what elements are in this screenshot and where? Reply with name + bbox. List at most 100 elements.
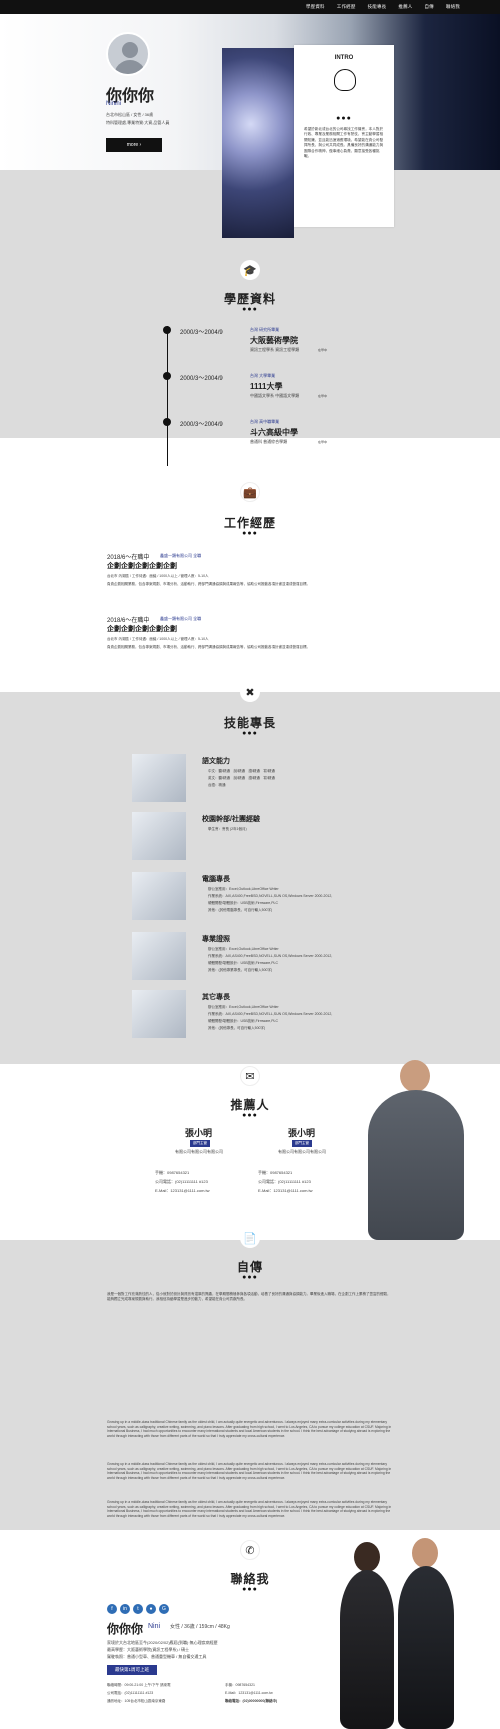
- skill-name: 語文能力: [202, 758, 230, 765]
- edu-date: 2000/3～2004/9: [180, 376, 223, 382]
- skill-photo: [132, 754, 186, 802]
- contact-info: 通訊地址：105台北市松山區南京東路: [107, 1699, 166, 1703]
- nav-item-work[interactable]: 工作經歷: [337, 4, 356, 10]
- contact-en-name: Nini: [148, 1623, 161, 1630]
- ref-mail[interactable]: E-Mail：123131@1111.com.tw: [155, 1188, 210, 1194]
- edu-note: 在學中: [318, 440, 328, 444]
- nav-item-references[interactable]: 推薦人: [398, 4, 412, 10]
- contact-info[interactable]: E-Mail：123131@1111.com.tw: [225, 1690, 273, 1696]
- available-badge: 最快第1周可上班: [107, 1665, 157, 1675]
- tools-icon: ✖: [240, 682, 260, 702]
- ref-company: 有限公司有限公司有限公司: [175, 1149, 223, 1154]
- bio-title: 自傳: [236, 1260, 263, 1274]
- more-button[interactable]: more ›: [106, 138, 162, 152]
- contact-line: 家境於大台北地區至今(2020/02/02)應屆(到職)·無心理疾病經歷: [107, 1640, 218, 1645]
- edu-school: 大阪藝術學院: [250, 336, 298, 345]
- skill-photo: [132, 812, 186, 860]
- skill-photo: [132, 872, 186, 920]
- graduation-cap-icon: 🎓: [240, 260, 260, 280]
- nav-item-skills[interactable]: 技能專長: [368, 4, 387, 10]
- edu-note: 在學中: [318, 394, 328, 398]
- contact-line: 最高學歷：大阪藝術學院(資訊工程學系) / 碩士: [107, 1647, 189, 1652]
- work-meta: 台北市 內湖區 / 工作待遇：面議 / 1000人以上 / 管理人數：5-10人: [107, 637, 209, 641]
- share-icon[interactable]: ●: [146, 1604, 156, 1614]
- edu-date: 2000/3～2004/9: [180, 422, 223, 428]
- skill-line: 作業系統：AIX,AS400,FreeBSD,NOVELL,SUN OS,Win…: [208, 894, 333, 898]
- briefcase-icon: 💼: [240, 482, 260, 502]
- ref-tag: 部門主管: [190, 1140, 210, 1147]
- edu-tag: 台灣 研究所畢業: [250, 327, 280, 332]
- ref-phone: 手機：0987654321: [258, 1170, 293, 1175]
- skill-line: 硬體開發/韌體設計：USB技術,Firmware,PLC: [208, 901, 279, 905]
- man2-photo: [398, 1566, 454, 1729]
- google-icon[interactable]: G: [159, 1604, 169, 1614]
- intro-title: INTRO: [334, 55, 354, 61]
- contact-line: 駕駛執照：普通小型車、普通重型機車 / 無自備交通工具: [107, 1654, 207, 1659]
- skill-line: 台語：精通: [208, 783, 226, 787]
- facebook-icon[interactable]: f: [107, 1604, 117, 1614]
- work-company: 鑫盛一類有限公司 全職: [160, 616, 202, 621]
- edu-school: 1111大學: [250, 382, 283, 391]
- man-photo-head: [400, 1060, 430, 1092]
- work-title: 工作經歷: [223, 516, 276, 530]
- work-desc: 負責企劃相關業務，包含專案規劃、市場分析、活動執行、跨部門溝通協調與成果報告等，…: [107, 582, 310, 586]
- man-photo: [368, 1090, 464, 1240]
- edu-tag: 台灣 大學畢業: [250, 373, 276, 378]
- contact-info: 聯絡時間：09:00-21:00 上午/下午 請來電: [107, 1683, 171, 1687]
- skills-title: 技能專長: [223, 716, 276, 730]
- edu-dept: 普通科 普通綜合學類: [250, 439, 288, 444]
- ref-phone: 手機：0987654321: [155, 1170, 190, 1175]
- skill-line: 英文：聽/精通 說/精通 讀/精通 寫/精通: [208, 776, 275, 780]
- contact-info: 聯絡電話：(02)00000000(聯絡中): [225, 1699, 278, 1703]
- skill-name: 其它專長: [202, 994, 230, 1001]
- skill-line: 硬體開發/韌體設計：USB技術,Firmware,PLC: [208, 1019, 279, 1023]
- intro-body: 希望於新北或台北的公司尋找工作機會，本人對於行政、專業及業務相關工作有熱忱，會主…: [304, 127, 384, 159]
- ref-name: 張小明: [288, 1128, 316, 1138]
- contact-name: 你你你: [107, 1622, 144, 1636]
- top-nav: 學歷資料 工作經歷 技能專長 推薦人 自傳 聯絡我: [0, 0, 500, 14]
- edu-dept: 資訊工程學系 資訊工程學類: [250, 347, 300, 352]
- bio-en: Growing up in a middle-class traditional…: [107, 1500, 392, 1518]
- profile-line1: 台北市松山區 / 女性 / 36歲: [106, 112, 154, 117]
- edu-date: 2000/3～2004/9: [180, 330, 223, 336]
- intro-card: INTRO ●●● 希望於新北或台北的公司尋找工作機會，本人對於行政、專業及業務…: [294, 45, 394, 227]
- edu-dept: 中國語文學系 中國語文學類: [250, 393, 300, 398]
- bio-en: Growing up in a middle-class traditional…: [107, 1462, 392, 1480]
- document-icon: 📄: [240, 1228, 260, 1248]
- linkedin-icon[interactable]: in: [120, 1604, 130, 1614]
- education-title: 學歷資料: [223, 292, 276, 306]
- edu-note: 在學中: [318, 348, 328, 352]
- nav-item-contact[interactable]: 聯絡我: [446, 4, 460, 10]
- envelope-icon: ✉: [240, 1066, 260, 1086]
- more-button-label: more: [126, 142, 139, 148]
- bio-en: Growing up in a middle-class traditional…: [107, 1420, 392, 1438]
- twitter-icon[interactable]: t: [133, 1604, 143, 1614]
- ref-tel: 公司電話：(02)11111111 #123: [155, 1179, 208, 1184]
- work-meta: 台北市 內湖區 / 工作待遇：面議 / 1000人以上 / 管理人數：5-10人: [107, 574, 209, 578]
- skill-photo: [132, 990, 186, 1038]
- woman-photo: [340, 1570, 394, 1729]
- contact-info: 公司電話：(02)11111111 #123: [107, 1691, 154, 1695]
- work-date: 2018/6～在職中: [107, 618, 150, 624]
- timeline-dot: [163, 326, 171, 334]
- skill-line: 辦公室應用：Excel,Outlook,LibreOffice Writer: [208, 887, 279, 891]
- skill-line: 硬體開發/韌體設計：USB技術,Firmware,PLC: [208, 961, 279, 965]
- profile-en-name: Ninini: [106, 101, 122, 107]
- nav-item-bio[interactable]: 自傳: [424, 4, 433, 10]
- skills-dots: ●●●: [242, 730, 258, 737]
- ref-company: 有限公司有限公司有限公司: [278, 1149, 326, 1154]
- work-company: 鑫盛一類有限公司 全職: [160, 553, 202, 558]
- edu-school: 斗六高級中學: [250, 428, 298, 437]
- work-desc: 負責企劃相關業務，包含專案規劃、市場分析、活動執行、跨部門溝通協調與成果報告等，…: [107, 645, 310, 649]
- nav-item-education[interactable]: 學歷資料: [306, 4, 325, 10]
- skill-line: 作業系統：AIX,AS400,FreeBSD,NOVELL,SUN OS,Win…: [208, 954, 333, 958]
- timeline-line: [167, 326, 168, 466]
- bio-zh: 我是一個對工作充滿熱忱的人，從小就對於設計與資訊有濃厚的興趣，在學期間積極參與各…: [107, 1292, 391, 1302]
- contact-meta: 女性 / 36歲 / 159cm / 48Kg: [170, 1624, 230, 1630]
- work-dots: ●●●: [242, 530, 258, 537]
- skill-name: 校園幹部/社團經驗: [202, 816, 260, 823]
- skill-line: 辦公室應用：Excel,Outlook,LibreOffice Writer: [208, 1005, 279, 1009]
- ref-mail[interactable]: E-Mail：123131@1111.com.tw: [258, 1188, 313, 1194]
- ref-name: 張小明: [185, 1128, 213, 1138]
- education-dots: ●●●: [242, 306, 258, 313]
